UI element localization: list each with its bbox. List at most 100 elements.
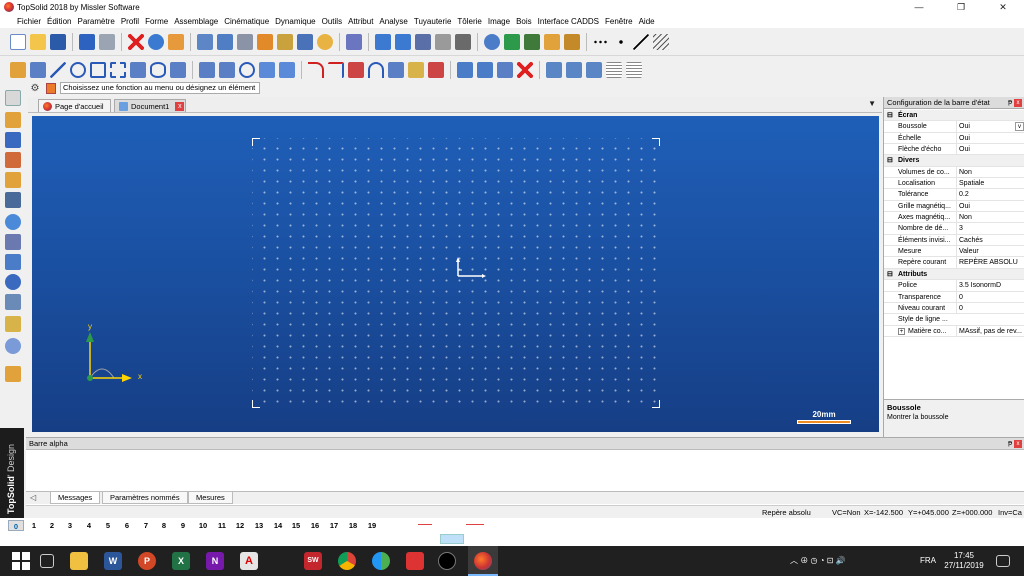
property-row-fleche-echo[interactable]: Flèche d'écho Oui xyxy=(884,144,1024,156)
menu-parametre[interactable]: Paramètre xyxy=(74,17,117,26)
scroll-left-icon[interactable]: ◁ xyxy=(30,493,36,502)
trim-icon[interactable] xyxy=(348,61,364,78)
command-prompt[interactable]: Choisissez une fonction au menu ou désig… xyxy=(60,82,260,94)
parallel-lines-icon[interactable] xyxy=(199,61,215,78)
windows-start-icon[interactable] xyxy=(12,552,30,570)
menu-fenetre[interactable]: Fenêtre xyxy=(602,17,636,26)
topsolid-taskbar-button[interactable] xyxy=(468,546,498,576)
layer-19[interactable]: 19 xyxy=(364,520,380,531)
layer-2[interactable]: 2 xyxy=(44,520,60,531)
light-icon[interactable] xyxy=(564,33,580,50)
extend-icon[interactable] xyxy=(388,61,404,78)
collapse-icon[interactable]: ⊟ xyxy=(887,110,893,121)
layer-8[interactable]: 8 xyxy=(156,520,172,531)
powerpoint-icon[interactable]: P xyxy=(138,552,156,570)
zoom-icon[interactable] xyxy=(484,33,500,50)
menu-interface-cadds[interactable]: Interface CADDS xyxy=(535,17,602,26)
app-red-icon[interactable] xyxy=(406,552,424,570)
layer-16[interactable]: 16 xyxy=(307,520,323,531)
menu-edition[interactable]: Édition xyxy=(44,17,74,26)
property-value[interactable]: Oui xyxy=(956,144,1022,156)
layer-10[interactable]: 10 xyxy=(195,520,211,531)
spline-icon[interactable] xyxy=(170,61,186,78)
menu-fichier[interactable]: Fichier xyxy=(14,17,44,26)
inkscape-icon[interactable] xyxy=(438,552,456,570)
menu-analyse[interactable]: Analyse xyxy=(376,17,410,26)
filter-icon[interactable] xyxy=(415,33,431,50)
sketch-mode-icon[interactable] xyxy=(5,90,21,106)
block-icon[interactable] xyxy=(546,61,562,78)
collapse-icon[interactable]: ⊟ xyxy=(887,269,893,280)
category-divers[interactable]: ⊟ Divers xyxy=(884,155,1024,167)
cross-select-icon[interactable] xyxy=(395,33,411,50)
pin-mode-icon[interactable] xyxy=(5,172,21,188)
globe-mode-icon[interactable] xyxy=(5,214,21,230)
chamfer-icon[interactable] xyxy=(328,61,344,78)
circle-icon[interactable] xyxy=(70,61,86,78)
property-row-mesure[interactable]: Mesure Valeur xyxy=(884,246,1024,258)
pipe-mode-icon[interactable] xyxy=(5,294,21,310)
layer-12[interactable]: 12 xyxy=(232,520,248,531)
arc-icon[interactable] xyxy=(368,61,384,78)
property-value[interactable]: Oui xyxy=(956,121,1022,133)
menu-image[interactable]: Image xyxy=(485,17,513,26)
menu-profil[interactable]: Profil xyxy=(118,17,142,26)
property-row-localisation[interactable]: Localisation Spatiale xyxy=(884,178,1024,190)
cancel-red-icon[interactable] xyxy=(517,61,533,78)
curve-icon[interactable] xyxy=(130,61,146,78)
property-value[interactable]: Oui xyxy=(956,200,1022,212)
browser-icon[interactable] xyxy=(372,552,390,570)
close-panel-icon[interactable]: x xyxy=(1014,99,1022,107)
layer-14[interactable]: 14 xyxy=(270,520,286,531)
expand-icon[interactable]: + xyxy=(898,327,905,335)
pencil-icon[interactable] xyxy=(10,61,26,78)
close-pane-icon[interactable]: x xyxy=(1014,440,1022,448)
property-row-repere[interactable]: Repère courant REPÈRE ABSOLU xyxy=(884,257,1024,269)
property-row-tolerance[interactable]: Tolérance 0.2 xyxy=(884,189,1024,201)
close-tab-icon[interactable]: x xyxy=(175,102,185,111)
close-button[interactable]: ✕ xyxy=(982,0,1024,14)
line-style-point-icon[interactable] xyxy=(613,33,629,50)
property-value[interactable]: REPÈRE ABSOLU xyxy=(956,257,1022,269)
category-ecran[interactable]: ⊟ Écran xyxy=(884,110,1024,122)
category-attributs[interactable]: ⊟ Attributs xyxy=(884,268,1024,281)
property-value[interactable]: 3 xyxy=(956,223,1022,235)
arch-mode-icon[interactable] xyxy=(5,316,21,332)
menu-bois[interactable]: Bois xyxy=(513,17,535,26)
property-row-transparence[interactable]: Transparence 0 xyxy=(884,291,1024,303)
property-row-echelle[interactable]: Échelle Oui xyxy=(884,132,1024,145)
property-row-matiere[interactable]: + Matière co... MAssif, pas de rev... xyxy=(884,325,1024,337)
property-value[interactable]: MAssif, pas de rev... xyxy=(956,325,1022,337)
open-folder-icon[interactable] xyxy=(30,33,46,50)
shape-mode-icon[interactable] xyxy=(5,132,21,148)
property-row-elements[interactable]: Éléments invisi... Cachés xyxy=(884,234,1024,247)
maximize-button[interactable]: ❐ xyxy=(940,0,982,14)
shield-icon[interactable] xyxy=(197,33,213,50)
property-row-volumes[interactable]: Volumes de co... Non xyxy=(884,166,1024,179)
solidworks-icon[interactable]: SW xyxy=(304,552,322,570)
property-row-niveau[interactable]: Niveau courant 0 xyxy=(884,302,1024,315)
property-value[interactable]: Oui xyxy=(956,132,1022,144)
tab-parametres-nommes[interactable]: Paramètres nommés xyxy=(102,492,188,504)
menu-forme[interactable]: Forme xyxy=(142,17,171,26)
menu-assemblage[interactable]: Assemblage xyxy=(171,17,221,26)
help-book-icon[interactable] xyxy=(46,82,56,94)
tab-page-accueil[interactable]: Page d'accueil xyxy=(38,99,111,112)
offset-icon[interactable] xyxy=(219,61,235,78)
property-row-grille[interactable]: Grille magnétiq... Oui xyxy=(884,200,1024,213)
layer-4[interactable]: 4 xyxy=(81,520,97,531)
layer-5[interactable]: 5 xyxy=(100,520,116,531)
break-icon[interactable] xyxy=(408,61,424,78)
crop-icon[interactable] xyxy=(110,61,126,78)
tabs-dropdown-icon[interactable]: ▼ xyxy=(868,99,876,108)
slot-icon[interactable] xyxy=(239,61,255,78)
eye-icon[interactable] xyxy=(317,33,333,50)
move-icon[interactable] xyxy=(457,61,473,78)
palette-icon[interactable] xyxy=(297,33,313,50)
view-icon[interactable] xyxy=(524,33,540,50)
menu-aide[interactable]: Aide xyxy=(636,17,658,26)
rotate-icon[interactable] xyxy=(477,61,493,78)
chrome-icon[interactable] xyxy=(338,552,356,570)
file-explorer-icon[interactable] xyxy=(70,552,88,570)
scissors-icon[interactable] xyxy=(346,33,362,50)
